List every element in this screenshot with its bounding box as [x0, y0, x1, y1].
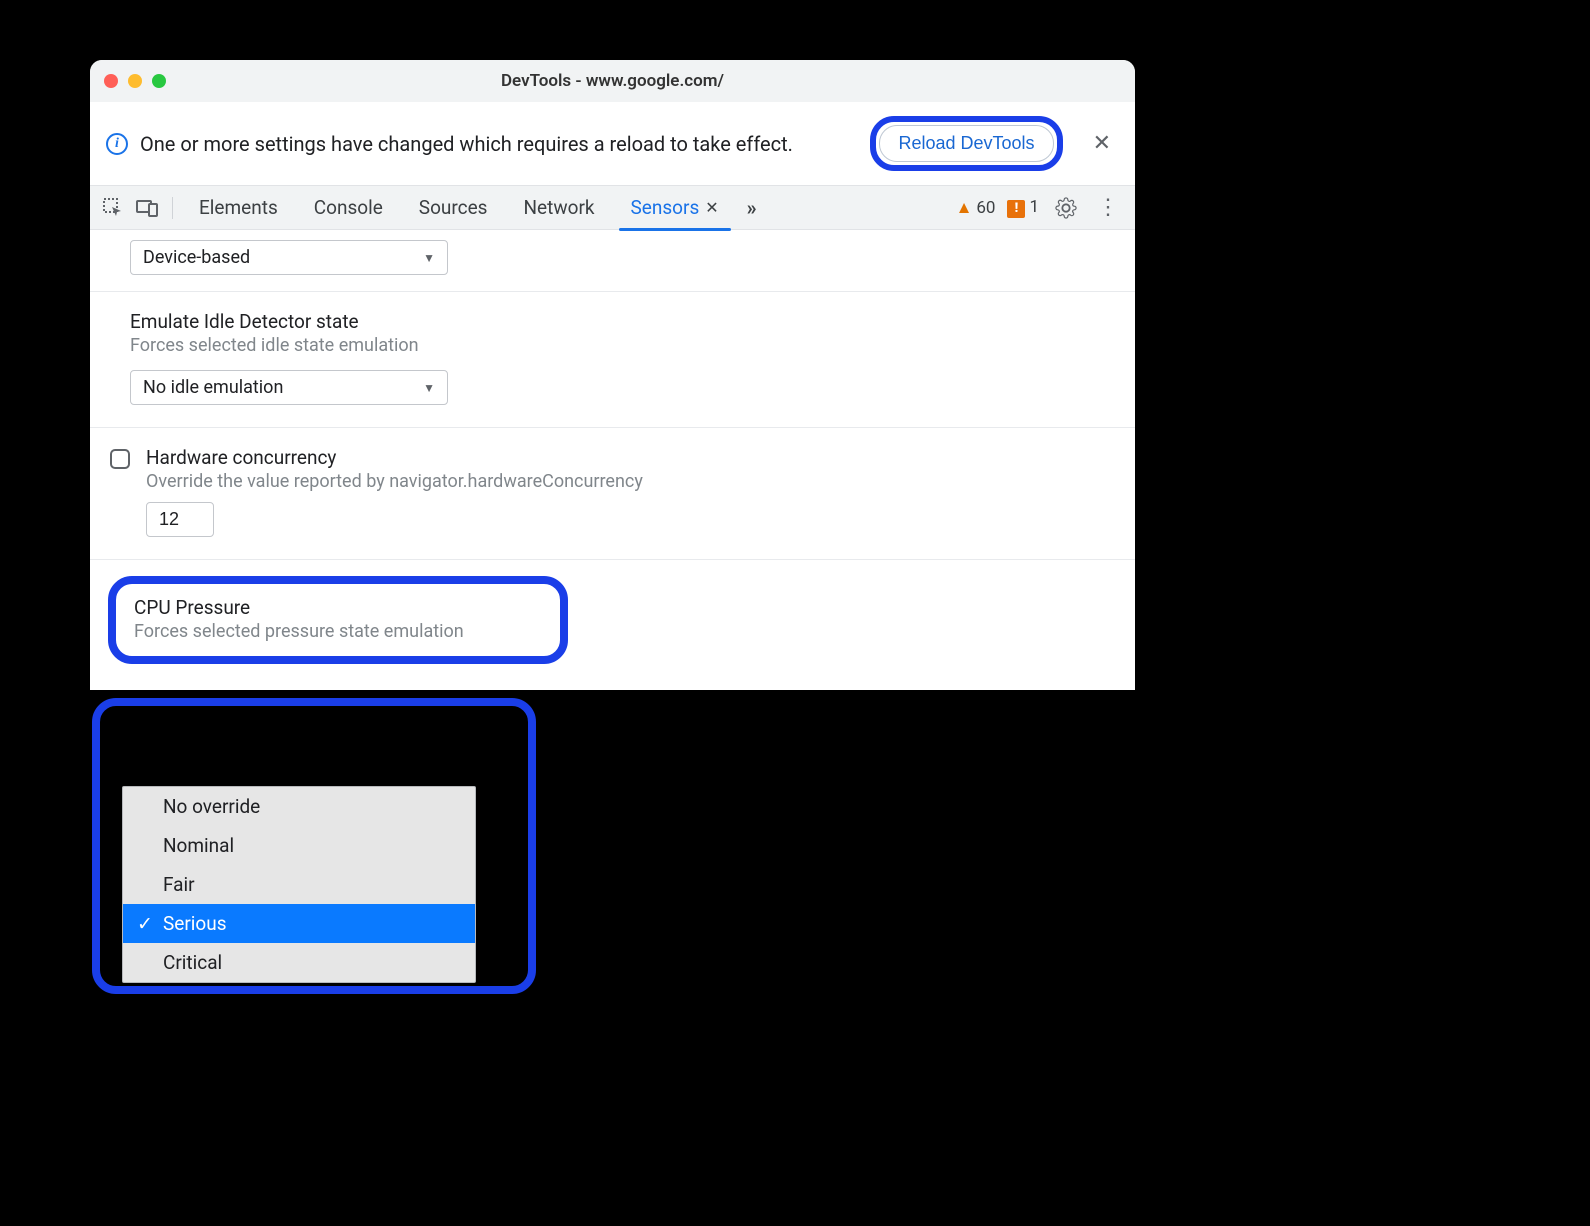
select-value: Device-based — [143, 247, 250, 268]
idle-emulation-select[interactable]: No idle emulation ▼ — [130, 370, 448, 405]
tab-sensors[interactable]: Sensors ✕ — [613, 186, 737, 230]
zoom-window-button[interactable] — [152, 74, 166, 88]
tab-label: Network — [523, 196, 594, 219]
warnings-indicator[interactable]: ▲ 60 — [956, 198, 996, 218]
dropdown-option-no-override[interactable]: No override — [123, 787, 475, 826]
tab-label: Elements — [199, 196, 278, 219]
cpu-pressure-section: CPU Pressure Forces selected pressure st… — [90, 559, 1135, 682]
tab-sources[interactable]: Sources — [401, 186, 506, 230]
tab-console[interactable]: Console — [296, 186, 401, 230]
section-subtitle: Forces selected pressure state emulation — [134, 621, 542, 642]
close-window-button[interactable] — [104, 74, 118, 88]
toolbar-divider — [172, 197, 173, 219]
section-subtitle: Override the value reported by navigator… — [146, 471, 1095, 492]
cpu-pressure-dropdown[interactable]: No override Nominal Fair Serious Critica… — [122, 786, 476, 983]
section-title: CPU Pressure — [134, 596, 542, 619]
inspect-element-icon[interactable] — [96, 191, 130, 225]
devtools-window: DevTools - www.google.com/ i One or more… — [90, 60, 1135, 690]
infobar-text: One or more settings have changed which … — [140, 132, 858, 156]
reload-devtools-button[interactable]: Reload DevTools — [879, 125, 1053, 162]
idle-detector-section: Emulate Idle Detector state Forces selec… — [90, 291, 1135, 427]
close-tab-icon[interactable]: ✕ — [705, 198, 718, 217]
titlebar: DevTools - www.google.com/ — [90, 60, 1135, 102]
hardware-concurrency-input[interactable] — [146, 502, 214, 537]
section-title: Hardware concurrency — [146, 446, 1095, 469]
toggle-device-toolbar-icon[interactable] — [130, 191, 164, 225]
warnings-count: 60 — [976, 198, 995, 218]
dropdown-option-nominal[interactable]: Nominal — [123, 826, 475, 865]
more-tabs-button[interactable]: » — [737, 196, 767, 220]
select-value: No idle emulation — [143, 377, 283, 398]
main-toolbar: Elements Console Sources Network Sensors… — [90, 186, 1135, 230]
chevron-down-icon: ▼ — [423, 251, 435, 265]
dropdown-option-serious[interactable]: Serious — [123, 904, 475, 943]
tab-elements[interactable]: Elements — [181, 186, 296, 230]
issues-indicator[interactable]: ! 1 — [1007, 197, 1039, 218]
reload-highlight: Reload DevTools — [870, 116, 1062, 171]
section-subtitle: Forces selected idle state emulation — [130, 335, 1095, 356]
sensors-panel: Device-based ▼ Emulate Idle Detector sta… — [90, 230, 1135, 690]
device-based-section: Device-based ▼ — [90, 230, 1135, 291]
tab-label: Sensors — [631, 196, 700, 219]
dropdown-option-critical[interactable]: Critical — [123, 943, 475, 982]
warning-icon: ▲ — [956, 198, 973, 218]
hardware-concurrency-section: Hardware concurrency Override the value … — [90, 427, 1135, 559]
cpu-pressure-highlight: CPU Pressure Forces selected pressure st… — [108, 576, 568, 664]
reload-infobar: i One or more settings have changed whic… — [90, 102, 1135, 186]
hardware-concurrency-checkbox[interactable] — [110, 449, 130, 469]
settings-gear-icon[interactable] — [1051, 193, 1081, 223]
info-icon: i — [106, 133, 128, 155]
chevron-down-icon: ▼ — [423, 381, 435, 395]
minimize-window-button[interactable] — [128, 74, 142, 88]
section-title: Emulate Idle Detector state — [130, 310, 1095, 333]
dropdown-option-fair[interactable]: Fair — [123, 865, 475, 904]
status-indicators: ▲ 60 ! 1 ⋮ — [956, 191, 1129, 224]
window-title: DevTools - www.google.com/ — [90, 71, 1135, 91]
window-controls — [104, 74, 166, 88]
tab-network[interactable]: Network — [505, 186, 612, 230]
device-based-select[interactable]: Device-based ▼ — [130, 240, 448, 275]
issues-count: 1 — [1029, 197, 1039, 217]
more-options-icon[interactable]: ⋮ — [1093, 191, 1123, 224]
issue-icon: ! — [1007, 200, 1025, 218]
dismiss-infobar-button[interactable]: ✕ — [1085, 127, 1119, 160]
tab-label: Sources — [419, 196, 488, 219]
tab-label: Console — [314, 196, 383, 219]
